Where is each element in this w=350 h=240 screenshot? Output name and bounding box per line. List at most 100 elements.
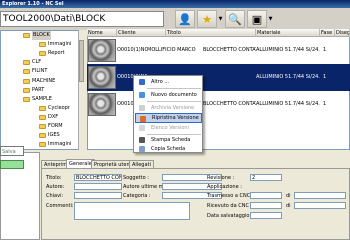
magnifier-icon[interactable]: 🔍 bbox=[225, 10, 245, 28]
part-thumbnail bbox=[88, 39, 116, 62]
cell-titolo: BLOCCHETTO CONTATT. bbox=[203, 47, 256, 53]
titolo-field[interactable]: BLOCCHETTO CON bbox=[74, 174, 122, 181]
menu-separator bbox=[147, 101, 201, 102]
tab-allegati[interactable]: Allegati bbox=[129, 160, 154, 168]
menu-item-copia-scheda[interactable]: Copia Scheda bbox=[135, 144, 202, 154]
star-dropdown-icon[interactable]: ▼ bbox=[217, 10, 224, 28]
folder-icon bbox=[39, 133, 46, 139]
context-menu: Altro ... Nuovo documento Archivia Versi… bbox=[133, 75, 203, 153]
tree-item-cycleopr[interactable]: Cycleopr bbox=[1, 104, 81, 113]
titolo-label: Titolo: bbox=[46, 175, 62, 181]
menu-item-ripristina-versione[interactable]: Ripristina Versione bbox=[135, 113, 202, 123]
tree-item-label: MACHINE bbox=[32, 77, 56, 84]
column-header-fase[interactable]: Fase bbox=[320, 29, 335, 37]
column-header-nome[interactable]: Nome bbox=[87, 29, 117, 37]
chiavi-field[interactable] bbox=[74, 192, 122, 199]
folder-icon bbox=[23, 87, 30, 93]
tree-item-label: DXF bbox=[48, 113, 59, 120]
column-header-disegno[interactable]: Disegn bbox=[335, 29, 350, 37]
folder-icon bbox=[23, 78, 30, 84]
tree-item-label: Immagini bbox=[48, 141, 72, 148]
di-label: di bbox=[286, 193, 291, 199]
revisione-label: Revisione : bbox=[207, 175, 235, 181]
trasmesso-label: Trasmesso a CNC : bbox=[207, 193, 254, 199]
column-header-materiale[interactable]: Materiale bbox=[256, 29, 320, 37]
cell-titolo: BLOCCHETTO CONTATT. bbox=[203, 101, 256, 107]
ricevuto-da-field[interactable] bbox=[294, 202, 346, 209]
table-row[interactable]: O0010(1)NC MOLLIFICIO MARCO BLOCCHETTO C… bbox=[87, 37, 350, 64]
commenti-label: Commenti: bbox=[46, 203, 74, 209]
folder-tree[interactable]: BLOCK Immagini Report CLF FILINT MACHINE… bbox=[0, 30, 82, 150]
tree-item-label: FILINT bbox=[32, 68, 48, 75]
tree-item-dxf[interactable]: DXF bbox=[1, 113, 81, 122]
tree-item-clf[interactable]: CLF bbox=[1, 58, 81, 67]
copy-icon bbox=[139, 146, 145, 152]
folder-icon bbox=[39, 114, 46, 120]
table-row-selected[interactable]: O0010(1)NC ALLUMINIO 51.7/44 Si/24.5 1 bbox=[87, 64, 350, 91]
tree-item-sample[interactable]: SAMPLE bbox=[1, 95, 81, 104]
menu-item-label: Stampa Scheda bbox=[151, 137, 191, 143]
tree-scrollbar-thumb[interactable] bbox=[79, 40, 84, 82]
cell-cliente: MOLLIFICIO MARCO bbox=[147, 47, 196, 53]
tree-item-label: PART bbox=[32, 86, 45, 93]
archive-icon bbox=[139, 105, 145, 111]
image-dropdown-icon[interactable]: ▼ bbox=[267, 10, 274, 28]
arrow-icon bbox=[139, 79, 145, 85]
column-header-cliente[interactable]: Cliente bbox=[117, 29, 166, 37]
trasmesso-da-field[interactable] bbox=[294, 192, 346, 199]
menu-item-nuovo-documento[interactable]: Nuovo documento bbox=[135, 90, 202, 100]
cell-fase: 1 bbox=[323, 74, 327, 80]
star-icon[interactable]: ★ bbox=[197, 10, 217, 28]
folder-icon bbox=[39, 142, 46, 148]
folder-icon bbox=[39, 105, 46, 111]
autore-label: Autore: bbox=[46, 184, 65, 190]
tree-item-part[interactable]: PART bbox=[1, 86, 81, 95]
data-salvataggio-label: Data salvataggio : bbox=[207, 213, 253, 219]
grid-header: Nome Cliente Titolo Materiale Fase Diseg… bbox=[87, 29, 350, 37]
tree-item-iges[interactable]: IGES bbox=[1, 131, 81, 140]
menu-separator bbox=[147, 88, 201, 89]
list-icon bbox=[139, 125, 145, 131]
salva-button[interactable]: Salva bbox=[0, 146, 24, 156]
tree-item-machine[interactable]: MACHINE bbox=[1, 76, 81, 85]
table-row[interactable]: O0010(1)NC BLOCCHETTO CONTATT. ALLUMINIO… bbox=[87, 91, 350, 118]
folder-icon bbox=[39, 51, 46, 57]
image-icon[interactable]: ▣ bbox=[247, 10, 267, 28]
menu-item-label: Nuovo documento bbox=[151, 92, 197, 98]
folder-icon bbox=[39, 123, 46, 129]
folder-icon bbox=[23, 33, 30, 39]
tree-item-filint[interactable]: FILINT bbox=[1, 67, 81, 76]
tree-item-label: CLF bbox=[32, 59, 42, 66]
tree-item-label: Cycleopr bbox=[48, 104, 70, 111]
tree-item-form[interactable]: FORM bbox=[1, 122, 81, 131]
column-header-titolo[interactable]: Titolo bbox=[166, 29, 256, 37]
tree-item-block[interactable]: BLOCK bbox=[1, 31, 81, 41]
restore-icon bbox=[140, 116, 146, 122]
menu-item-label: Archivia Versione bbox=[151, 105, 195, 111]
menu-item-archivia-versione[interactable]: Archivia Versione bbox=[135, 103, 202, 113]
cell-fase: 1 bbox=[323, 101, 327, 107]
user-icon[interactable]: 👤 bbox=[175, 10, 195, 28]
menu-item-elenco-versioni[interactable]: Elenco Versioni bbox=[135, 123, 202, 133]
commenti-field[interactable] bbox=[74, 202, 190, 220]
folder-icon bbox=[23, 69, 30, 75]
cell-materiale: ALLUMINIO 51.7/44 Si/24.5 bbox=[256, 101, 320, 107]
window-title-bar: Explorer 1.10 - NC Sel bbox=[0, 0, 350, 8]
path-field[interactable]: TOOL2000\Dati\BLOCK bbox=[0, 11, 164, 27]
folder-icon bbox=[23, 60, 30, 66]
ricevuto-field[interactable] bbox=[250, 202, 282, 209]
revisione-field[interactable]: 2 bbox=[250, 174, 282, 181]
tree-item-label: SAMPLE bbox=[32, 95, 52, 102]
menu-item-label: Altro ... bbox=[151, 79, 170, 85]
tree-item-label: FORM bbox=[48, 122, 63, 129]
cell-nome: O0010(1)NC bbox=[117, 47, 147, 53]
tree-item-immagini[interactable]: Immagini bbox=[1, 40, 81, 49]
print-icon bbox=[139, 137, 145, 143]
menu-item-label: Elenco Versioni bbox=[151, 125, 189, 131]
autore-field[interactable] bbox=[74, 183, 122, 190]
tree-item-report[interactable]: Report bbox=[1, 49, 81, 58]
data-salvataggio-field[interactable] bbox=[250, 212, 282, 219]
trasmesso-field[interactable] bbox=[250, 192, 282, 199]
tree-item-label: Report bbox=[48, 50, 65, 57]
menu-item-altro[interactable]: Altro ... bbox=[135, 77, 202, 87]
